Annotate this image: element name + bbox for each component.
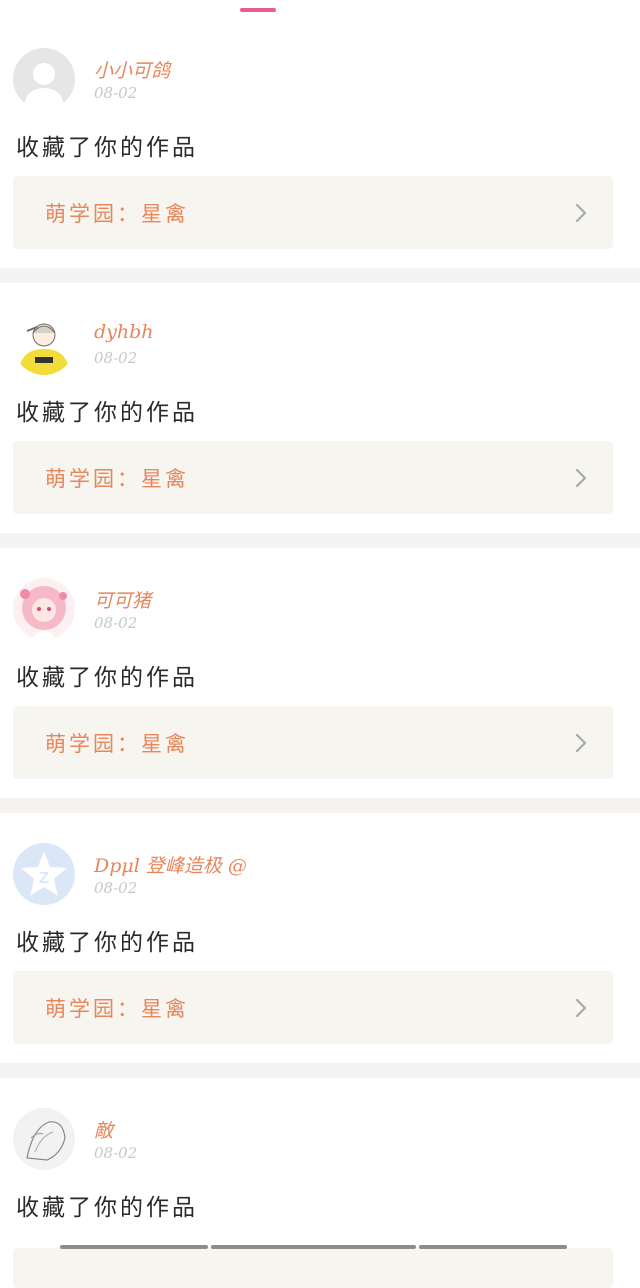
work-title: 萌学园：星禽 [45,732,189,756]
bottom-nav-segment[interactable] [211,1245,416,1249]
avatar[interactable] [13,578,75,640]
username[interactable]: 小小可鸽 [94,56,170,83]
activity-text: 收藏了你的作品 [16,1195,198,1221]
avatar[interactable]: Z [13,843,75,905]
qzone-star-avatar-icon: Z [13,843,75,905]
activity-text: 收藏了你的作品 [16,665,198,691]
work-title: 萌学园：星禽 [45,202,189,226]
activity-card: 敵 08-02 收藏了你的作品 [0,1078,640,1288]
work-link[interactable] [13,1248,613,1288]
timestamp: 08-02 [94,349,138,367]
username[interactable]: 敵 [94,1116,113,1143]
timestamp: 08-02 [94,879,138,897]
bottom-nav-bar [0,1244,640,1249]
timestamp: 08-02 [94,1144,138,1162]
avatar[interactable] [13,1108,75,1170]
avatar[interactable] [13,313,75,375]
activity-text: 收藏了你的作品 [16,135,198,161]
work-link[interactable]: 萌学园：星禽 [13,441,613,514]
activity-card: 小小可鸽 08-02 收藏了你的作品 萌学园：星禽 [0,18,640,268]
chevron-right-icon [575,468,587,488]
work-link[interactable]: 萌学园：星禽 [13,706,613,779]
activity-text: 收藏了你的作品 [16,930,198,956]
chevron-right-icon [575,998,587,1018]
work-link[interactable]: 萌学园：星禽 [13,176,613,249]
pink-girl-avatar-icon [13,578,75,640]
username[interactable]: Dpμl 登峰造极 @ [94,851,247,878]
activity-text: 收藏了你的作品 [16,400,198,426]
timestamp: 08-02 [94,84,138,102]
activity-card: Z Dpμl 登峰造极 @ 08-02 收藏了你的作品 萌学园：星禽 [0,813,640,1063]
active-tab-indicator [240,8,276,12]
work-title: 萌学园：星禽 [45,467,189,491]
avatar[interactable] [13,48,75,110]
activity-card: dyhbh 08-02 收藏了你的作品 萌学园：星禽 [0,283,640,533]
username[interactable]: 可可猪 [94,586,151,613]
sketch-avatar-icon [13,1108,75,1170]
activity-card: 可可猪 08-02 收藏了你的作品 萌学园：星禽 [0,548,640,798]
work-link[interactable]: 萌学园：星禽 [13,971,613,1044]
chevron-right-icon [575,733,587,753]
activity-feed: 小小可鸽 08-02 收藏了你的作品 萌学园：星禽 dyhbh 08-02 收藏… [0,18,640,1288]
top-tab-strip [0,0,640,18]
svg-text:Z: Z [39,870,49,887]
username[interactable]: dyhbh [94,321,154,343]
timestamp: 08-02 [94,614,138,632]
work-title: 萌学园：星禽 [45,997,189,1021]
yellow-hoodie-avatar-icon [13,313,75,375]
chevron-right-icon [575,203,587,223]
default-avatar-icon [13,48,75,110]
bottom-nav-segment[interactable] [60,1245,208,1249]
bottom-nav-segment[interactable] [419,1245,567,1249]
